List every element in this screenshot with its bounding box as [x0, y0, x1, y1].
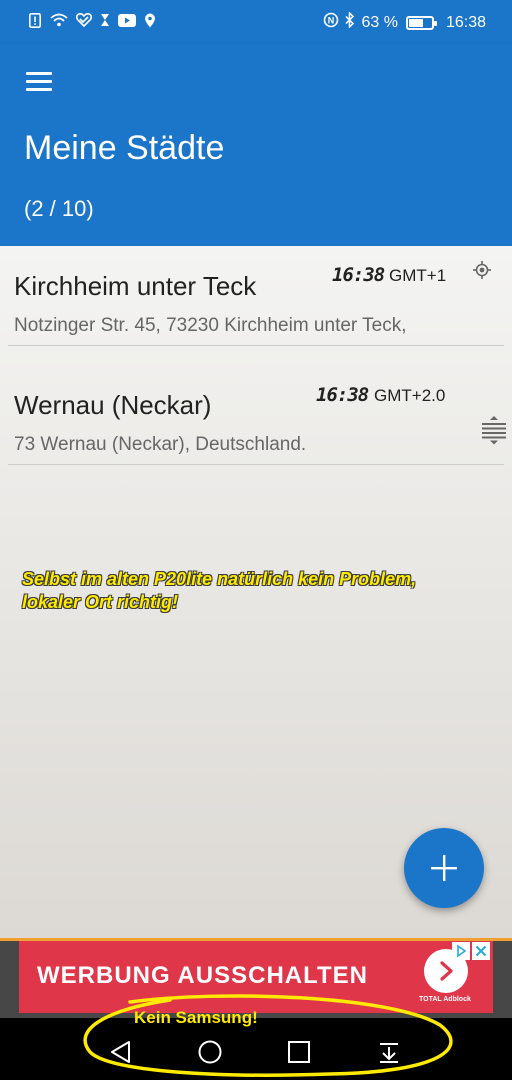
heart-icon [76, 12, 92, 28]
annotation-text: Selbst im alten P20lite natürlich kein P… [22, 568, 502, 614]
annotation-line: lokaler Ort richtig! [22, 592, 179, 612]
ad-info-icon[interactable] [452, 942, 470, 960]
page-title: Meine Städte [24, 129, 225, 167]
battery-percent: 63 % [361, 13, 398, 31]
annotation-line: Selbst im alten P20lite natürlich kein P… [22, 569, 417, 589]
data-saver-icon: N [323, 12, 339, 33]
city-timezone: GMT+1 [389, 266, 447, 285]
status-bar: N 63 % 16:38 [0, 0, 512, 44]
alert-icon [28, 12, 42, 28]
city-row-wernau[interactable]: Wernau (Neckar) 16:38 GMT+2.0 73 Wernau … [8, 365, 506, 465]
bluetooth-icon [345, 11, 355, 33]
city-row-kirchheim[interactable]: Kirchheim unter Teck 16:38 GMT+1 Notzing… [8, 246, 504, 346]
city-address: 73 Wernau (Neckar), Deutschland. [14, 434, 307, 455]
location-icon [144, 12, 156, 28]
plus-icon [430, 854, 458, 882]
status-icons [28, 12, 156, 28]
ad-brand: TOTAL Adblock [419, 996, 471, 1003]
city-name: Kirchheim unter Teck [14, 271, 257, 301]
city-address: Notzinger Str. 45, 73230 Kirchheim unter… [14, 315, 407, 336]
back-icon[interactable] [108, 1038, 136, 1066]
ad-close-icon[interactable] [472, 942, 490, 960]
youtube-icon [118, 12, 136, 28]
notification-pull-icon[interactable] [375, 1038, 403, 1066]
app-header: Meine Städte (2 / 10) [0, 44, 512, 246]
status-right: N 63 % 16:38 [323, 11, 486, 33]
city-time: 16:38 [332, 264, 385, 286]
city-count: (2 / 10) [24, 196, 94, 221]
battery-icon [405, 15, 437, 30]
svg-text:N: N [328, 16, 335, 26]
navigation-bar: Kein Samsung! [0, 1008, 512, 1080]
add-city-button[interactable] [404, 828, 484, 908]
location-target-icon[interactable] [472, 260, 492, 280]
city-list: Kirchheim unter Teck 16:38 GMT+1 Notzing… [0, 246, 512, 938]
recents-icon[interactable] [285, 1038, 313, 1066]
nav-annotation: Kein Samsung! [134, 1008, 258, 1027]
battery-level [408, 18, 423, 27]
clock: 16:38 [445, 13, 486, 31]
home-icon[interactable] [196, 1038, 224, 1066]
wifi-icon [50, 12, 68, 28]
ad-text: WERBUNG AUSSCHALTEN [37, 962, 368, 989]
menu-icon[interactable] [26, 72, 54, 94]
city-time: 16:38 [316, 384, 369, 406]
ad-banner: WERBUNG AUSSCHALTEN TOTAL Adblock [0, 938, 512, 1018]
city-timezone: GMT+2.0 [374, 386, 446, 405]
drag-handle-icon[interactable] [480, 415, 508, 445]
city-name: Wernau (Neckar) [14, 390, 212, 420]
ad-remove-button[interactable]: WERBUNG AUSSCHALTEN TOTAL Adblock [19, 941, 493, 1013]
hourglass-icon [100, 12, 110, 28]
